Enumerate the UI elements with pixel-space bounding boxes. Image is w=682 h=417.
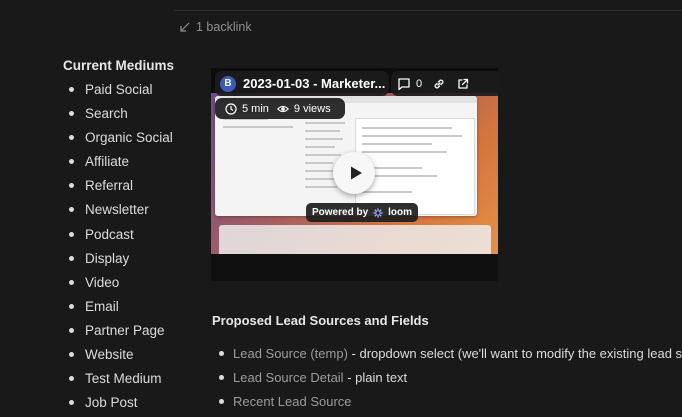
item-description: - dropdown select (we'll want to modify … bbox=[347, 346, 682, 361]
list-item: Email bbox=[63, 297, 173, 321]
video-actions: 0 bbox=[391, 71, 498, 96]
list-item: Search bbox=[63, 104, 173, 128]
page-link[interactable]: Lead Source (temp) bbox=[233, 346, 348, 361]
current-mediums-heading: Current Mediums bbox=[63, 58, 175, 73]
list-item: Lead Source Detail - plain text bbox=[212, 368, 682, 392]
comments-button[interactable]: 0 bbox=[397, 77, 422, 91]
list-item: Job Post bbox=[63, 393, 173, 417]
list-item: Organic Social bbox=[63, 128, 173, 152]
page-link[interactable]: Lead Source Detail bbox=[233, 370, 344, 385]
list-item: Recent Lead Source bbox=[212, 392, 682, 416]
views: 9 views bbox=[276, 102, 331, 115]
video-letterbox bbox=[211, 254, 498, 281]
powered-by-loom[interactable]: Powered by loom bbox=[306, 203, 419, 222]
top-divider bbox=[174, 10, 682, 11]
play-button[interactable] bbox=[333, 152, 375, 194]
video-meta: 5 min 9 views bbox=[215, 98, 345, 119]
list-item: Partner Page bbox=[63, 321, 173, 345]
list-item: Paid Social bbox=[63, 80, 173, 104]
comment-count: 0 bbox=[416, 77, 423, 90]
backlink-label: 1 backlink bbox=[196, 20, 252, 34]
list-item: Referral bbox=[63, 176, 173, 200]
video-title-pill[interactable]: B 2023-01-03 - Marketer... bbox=[215, 71, 389, 96]
avatar: B bbox=[220, 75, 236, 92]
video-title[interactable]: 2023-01-03 - Marketer... bbox=[243, 76, 385, 91]
list-item: Podcast bbox=[63, 225, 173, 249]
duration-label: 5 min bbox=[242, 102, 269, 115]
list-item: Newsletter bbox=[63, 200, 173, 224]
list-item: Website bbox=[63, 345, 173, 369]
duration: 5 min bbox=[225, 103, 269, 115]
list-item: Video bbox=[63, 273, 173, 297]
copy-link-button[interactable] bbox=[432, 77, 446, 91]
lead-sources-list: Lead Source (temp) - dropdown select (we… bbox=[212, 344, 682, 416]
list-item: Test Medium bbox=[63, 369, 173, 393]
mediums-list: Paid Social Search Organic Social Affili… bbox=[63, 80, 173, 417]
backlink-toggle[interactable]: 1 backlink bbox=[180, 20, 252, 34]
link-icon bbox=[434, 79, 444, 88]
loom-logo-icon bbox=[373, 208, 383, 217]
clock-icon bbox=[225, 102, 237, 115]
list-item: Lead Source (temp) - dropdown select (we… bbox=[212, 344, 682, 368]
eye-icon bbox=[276, 105, 289, 112]
lead-sources-heading: Proposed Lead Sources and Fields bbox=[212, 313, 429, 328]
loom-video-embed[interactable]: B 2023-01-03 - Marketer... 0 5 min 9 vie… bbox=[211, 68, 498, 281]
list-item: Affiliate bbox=[63, 152, 173, 176]
play-icon bbox=[350, 166, 362, 180]
list-item: Display bbox=[63, 249, 173, 273]
arrow-down-left-icon bbox=[180, 22, 190, 32]
page-link[interactable]: Recent Lead Source bbox=[233, 394, 352, 409]
comment-icon bbox=[398, 77, 410, 90]
loom-brand: loom bbox=[388, 207, 413, 218]
powered-by-label: Powered by bbox=[312, 207, 369, 218]
item-description: - plain text bbox=[343, 370, 408, 385]
external-link-icon bbox=[458, 78, 469, 89]
open-external-button[interactable] bbox=[456, 77, 470, 91]
views-label: 9 views bbox=[293, 102, 331, 115]
